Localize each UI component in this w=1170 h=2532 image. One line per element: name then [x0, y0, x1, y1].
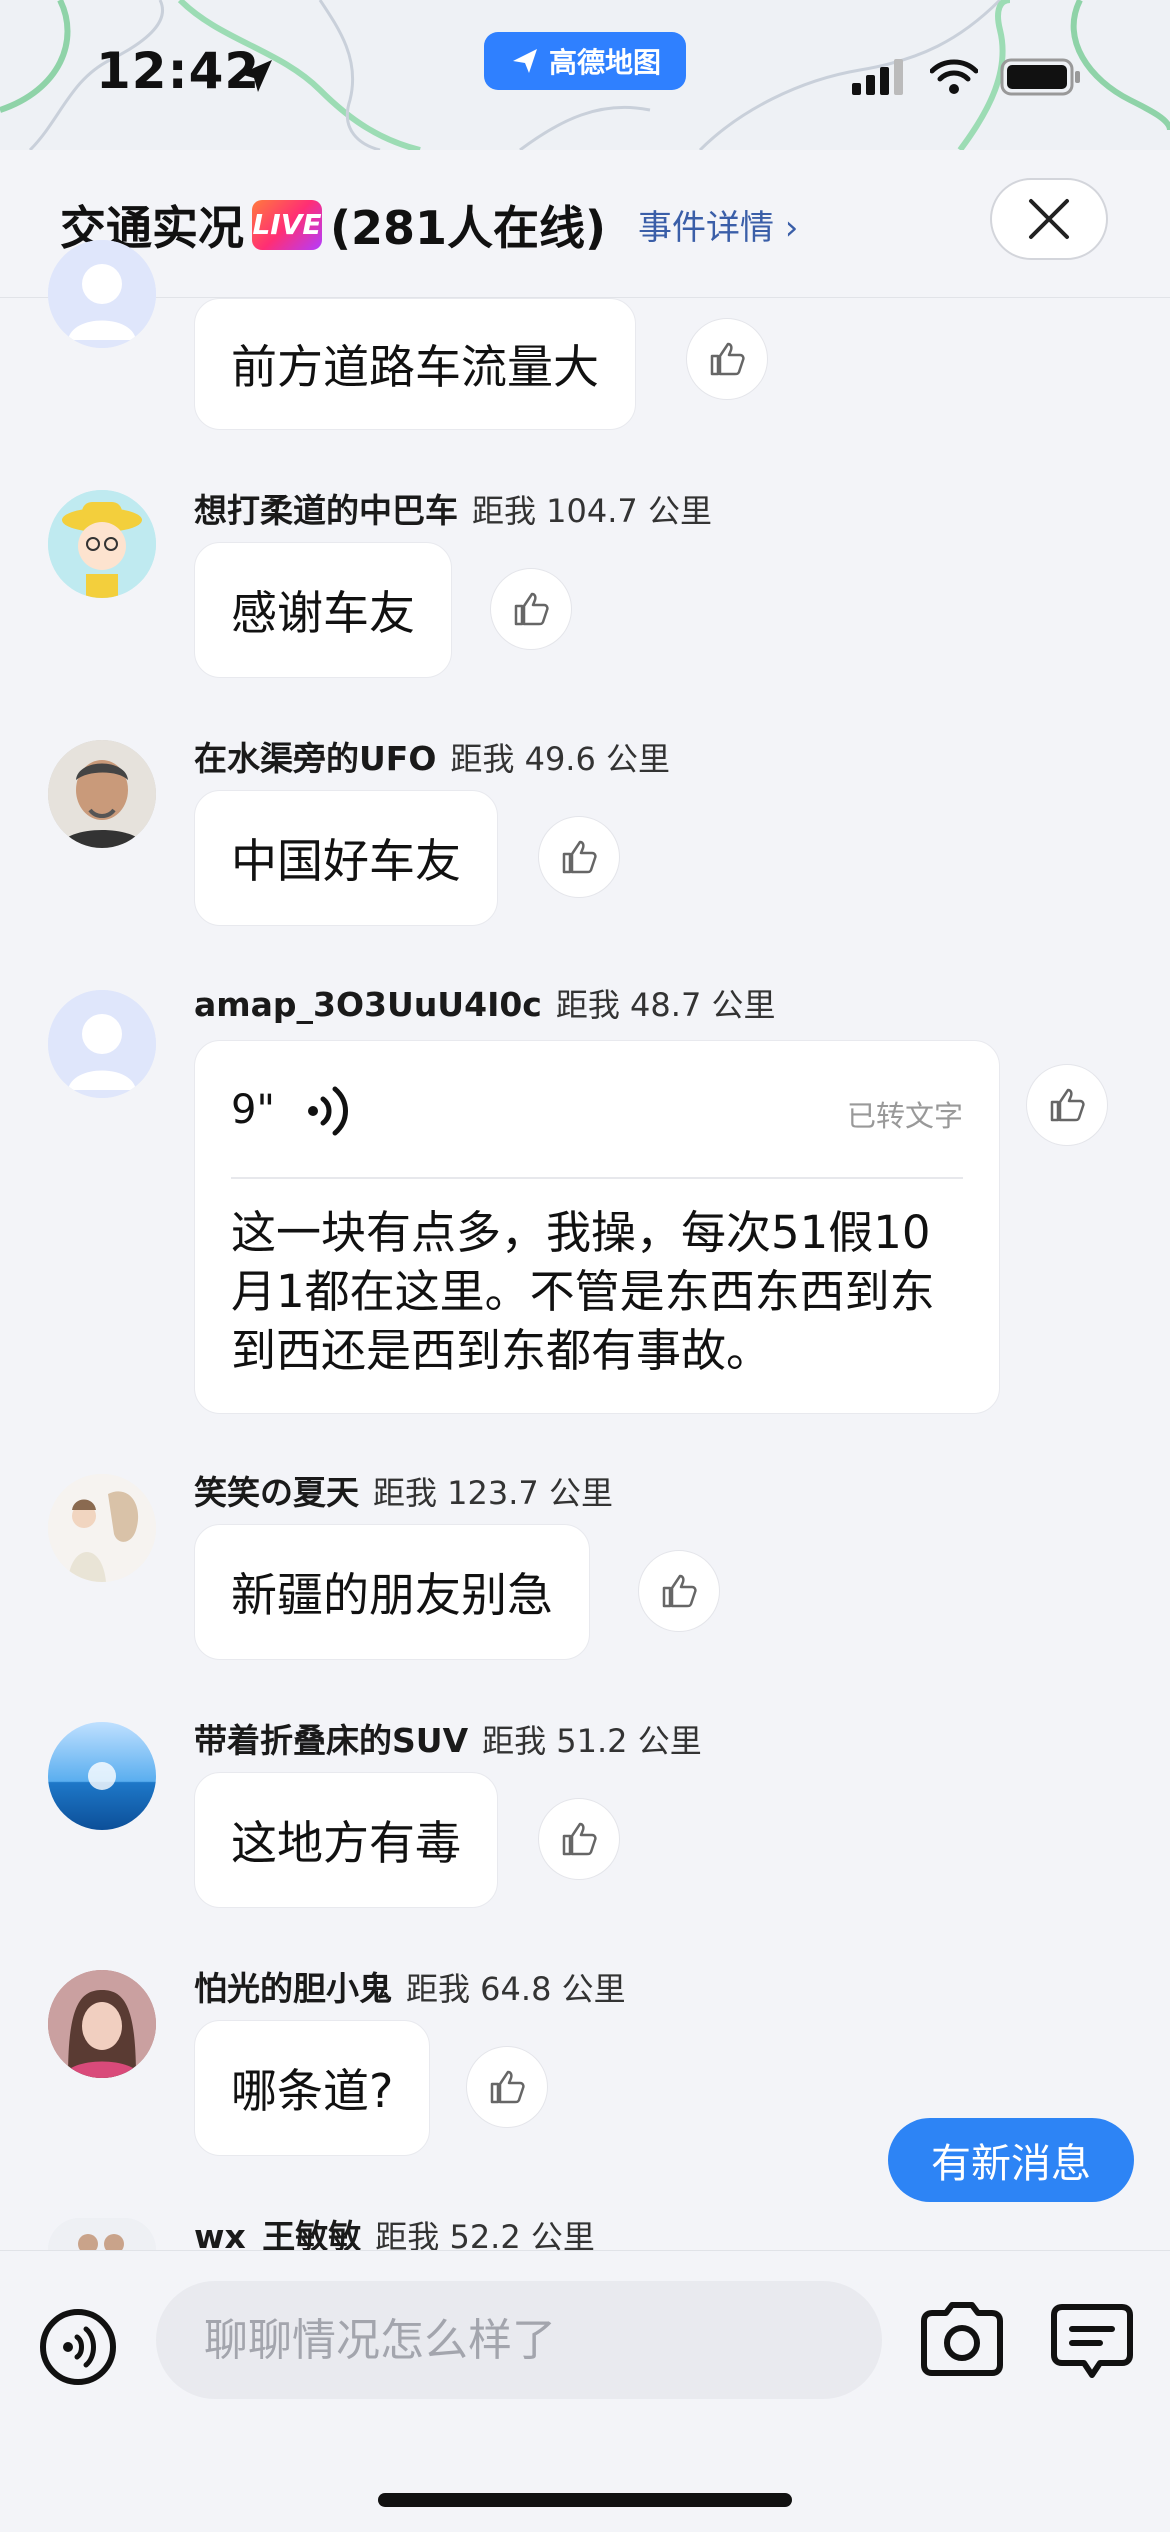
comment-icon — [1051, 2304, 1133, 2378]
sender-name-text: 在水渠旁的UFO — [194, 739, 437, 778]
like-button[interactable] — [490, 568, 572, 650]
avatar[interactable] — [48, 740, 156, 848]
message-bubble[interactable]: 中国好车友 — [194, 790, 498, 926]
avatar[interactable] — [48, 240, 156, 348]
like-button[interactable] — [538, 1798, 620, 1880]
sender-distance: 距我 104.7 公里 — [472, 492, 712, 530]
header-title: 交通实况 LIVE (281人在线) — [60, 192, 606, 258]
amap-logo-icon — [512, 49, 537, 73]
message-bubble[interactable]: 感谢车友 — [194, 542, 452, 678]
new-messages-button[interactable]: 有新消息 — [888, 2118, 1134, 2202]
close-button[interactable] — [990, 178, 1108, 260]
sender-distance: 距我 48.7 公里 — [555, 986, 776, 1024]
thumbs-up-icon — [710, 342, 745, 376]
sender-distance: 距我 64.8 公里 — [406, 1970, 626, 2008]
sender-name[interactable]: 在水渠旁的UFO 距我 49.6 公里 — [194, 732, 670, 780]
sender-name[interactable]: 怕光的胆小鬼 距我 64.8 公里 — [194, 1962, 626, 2010]
avatar[interactable] — [48, 990, 156, 1098]
thumbs-up-icon — [562, 840, 597, 874]
online-count: (281人在线) — [330, 201, 607, 255]
like-button[interactable] — [686, 318, 768, 400]
live-header: 交通实况 LIVE (281人在线) 事件详情 › — [0, 150, 1170, 298]
voice-play-icon[interactable] — [307, 1083, 351, 1143]
like-button[interactable] — [538, 816, 620, 898]
avatar[interactable] — [48, 1970, 156, 2078]
event-detail-link[interactable]: 事件详情 › — [638, 200, 798, 249]
transcription-text: 这一块有点多，我操，每次51假10月1都在这里。不管是东西东西到东到西还是西到东… — [231, 1206, 935, 1377]
chat-input[interactable] — [156, 2281, 882, 2399]
sender-name[interactable]: 笑笑の夏天 距我 123.7 公里 — [194, 1466, 613, 1514]
voice-input-icon — [40, 2309, 116, 2385]
thumbs-up-icon — [1050, 1088, 1085, 1122]
close-icon — [1029, 199, 1069, 239]
sender-distance: 距我 51.2 公里 — [482, 1722, 702, 1760]
thumbs-up-icon — [490, 2070, 525, 2104]
thumbs-up-icon — [514, 592, 549, 626]
status-bar: 12:42 高德地图 — [0, 0, 1170, 150]
like-button[interactable] — [1026, 1064, 1108, 1146]
camera-icon — [921, 2302, 1003, 2376]
like-button[interactable] — [638, 1550, 720, 1632]
home-indicator[interactable] — [378, 2493, 792, 2507]
divider — [231, 1177, 963, 1179]
location-arrow-icon — [236, 56, 276, 100]
app-return-badge[interactable]: 高德地图 — [484, 32, 686, 90]
avatar[interactable] — [48, 1474, 156, 1582]
sender-name[interactable]: 带着折叠床的SUV 距我 51.2 公里 — [194, 1714, 702, 1762]
voice-message-bubble[interactable]: 9" 已转文字 这一块有点多，我操，每次51假10月1都在这里。不管是东西东西到… — [194, 1040, 1000, 1414]
avatar[interactable] — [48, 2218, 156, 2250]
like-button[interactable] — [466, 2046, 548, 2128]
sender-name-text: 怕光的胆小鬼 — [194, 1969, 392, 2008]
sender-name-text: 笑笑の夏天 — [194, 1473, 359, 1512]
message-bubble[interactable]: 新疆的朋友别急 — [194, 1524, 590, 1660]
sender-name-text: 带着折叠床的SUV — [194, 1721, 469, 1760]
cellular-signal-icon — [852, 59, 903, 95]
wifi-icon — [930, 59, 978, 94]
input-bar — [0, 2250, 1170, 2532]
sender-name-text: 想打柔道的中巴车 — [194, 491, 458, 530]
sender-name-text: amap_3O3UuU4I0c — [194, 985, 542, 1024]
battery-icon — [1000, 58, 1080, 96]
message-bubble[interactable]: 这地方有毒 — [194, 1772, 498, 1908]
sender-name[interactable]: 想打柔道的中巴车 距我 104.7 公里 — [194, 484, 712, 532]
thumbs-up-icon — [662, 1574, 697, 1608]
avatar[interactable] — [48, 1722, 156, 1830]
transcribed-label: 已转文字 — [846, 1099, 963, 1133]
thumbs-up-icon — [562, 1822, 597, 1856]
status-indicators — [852, 58, 1082, 96]
live-badge: LIVE — [252, 200, 322, 250]
camera-button[interactable] — [920, 2299, 1004, 2383]
avatar[interactable] — [48, 490, 156, 598]
message-bubble[interactable]: 哪条道? — [194, 2020, 431, 2156]
comment-button[interactable] — [1050, 2299, 1134, 2387]
message-bubble[interactable]: 前方道路车流量大 — [194, 298, 636, 430]
sender-distance: 距我 49.6 公里 — [450, 740, 671, 778]
sender-distance: 距我 123.7 公里 — [373, 1474, 613, 1512]
app-return-label: 高德地图 — [548, 46, 661, 79]
sender-name[interactable]: amap_3O3UuU4I0c 距我 48.7 公里 — [194, 980, 775, 1026]
voice-duration: 9" — [231, 1087, 275, 1133]
voice-input-button[interactable] — [38, 2307, 118, 2391]
